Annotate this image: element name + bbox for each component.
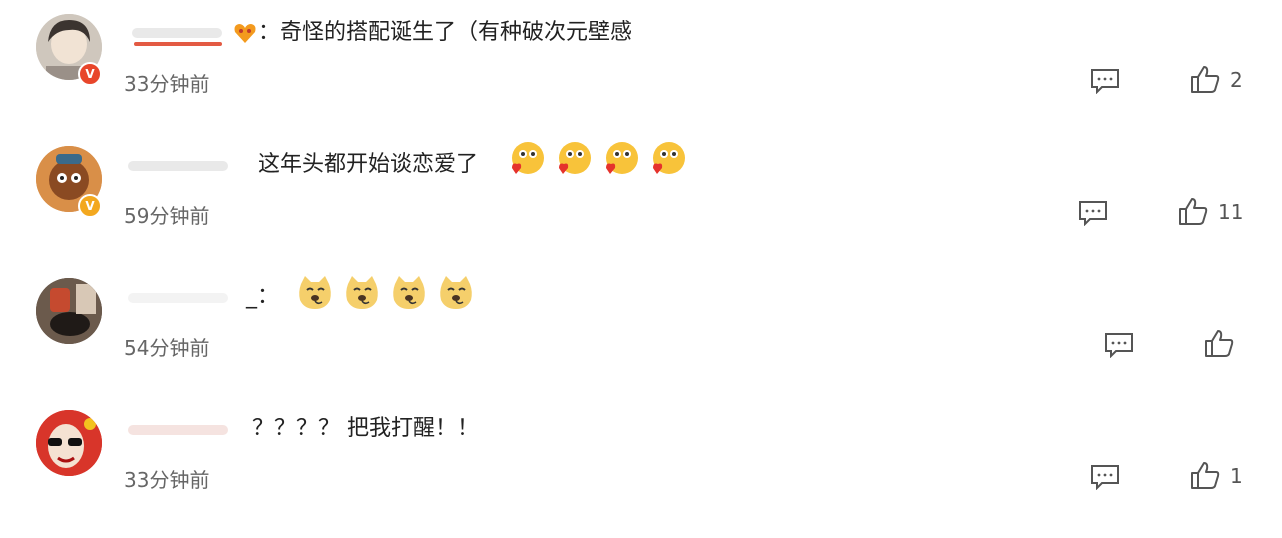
comment-body: 奇怪的搭配诞生了（有种破次元壁感: [280, 20, 633, 45]
timestamp: 33分钟前: [124, 468, 210, 492]
comment-prefix: ：: [258, 20, 281, 45]
comment-prefix: _：: [246, 284, 280, 309]
timestamp: 54分钟前: [124, 336, 210, 360]
comment-bubble-icon[interactable]: [1090, 464, 1120, 491]
doge-emoji-icon: [296, 274, 334, 316]
medal-icon: [232, 20, 258, 46]
doge-emoji-icon: [343, 274, 381, 316]
comment-text: 这年头都开始谈恋爱了: [258, 150, 478, 180]
comment-text: _：: [246, 282, 279, 312]
thumbs-up-icon[interactable]: [1190, 460, 1220, 490]
comment-body: ？？？？ 把我打醒！！: [252, 416, 479, 441]
username[interactable]: [128, 416, 228, 444]
like-count: 1: [1230, 464, 1243, 488]
comment-bubble-icon[interactable]: [1078, 200, 1108, 227]
comment-item: V 这年头都开始谈恋爱了 59分钟前 11: [0, 142, 1282, 274]
verified-badge-icon: V: [78, 194, 102, 218]
thumbs-up-icon[interactable]: [1204, 328, 1234, 358]
doge-emoji-icon: [390, 274, 428, 316]
thumbs-up-icon[interactable]: [1190, 64, 1220, 94]
emoji-row: [508, 140, 691, 182]
doge-emoji-icon: [437, 274, 475, 316]
blushing-heart-emoji-icon: [649, 140, 687, 182]
emoji-row: [296, 274, 479, 316]
comment-body: 这年头都开始谈恋爱了: [258, 152, 479, 177]
timestamp: 59分钟前: [124, 204, 210, 228]
comment-text: ：奇怪的搭配诞生了（有种破次元壁感: [258, 18, 632, 48]
comment-item: V ：奇怪的搭配诞生了（有种破次元壁感 33分钟前 2: [0, 14, 1282, 142]
timestamp: 33分钟前: [124, 72, 210, 96]
username[interactable]: [128, 284, 228, 312]
verified-badge-icon: V: [78, 62, 102, 86]
comment-bubble-icon[interactable]: [1104, 332, 1134, 359]
thumbs-up-icon[interactable]: [1178, 196, 1208, 226]
username[interactable]: [128, 20, 224, 48]
avatar[interactable]: [36, 410, 102, 476]
avatar[interactable]: [36, 278, 102, 344]
comment-text: ？？？？ 把我打醒！！: [252, 414, 479, 444]
blushing-heart-emoji-icon: [602, 140, 640, 182]
comment-item: _： 54分钟前: [0, 276, 1282, 406]
like-count: 11: [1218, 200, 1244, 224]
like-count: 2: [1230, 68, 1243, 92]
username[interactable]: [128, 152, 228, 180]
comment-item: ？？？？ 把我打醒！！ 33分钟前 1: [0, 410, 1282, 538]
blushing-heart-emoji-icon: [555, 140, 593, 182]
blushing-heart-emoji-icon: [508, 140, 546, 182]
comment-bubble-icon[interactable]: [1090, 68, 1120, 95]
